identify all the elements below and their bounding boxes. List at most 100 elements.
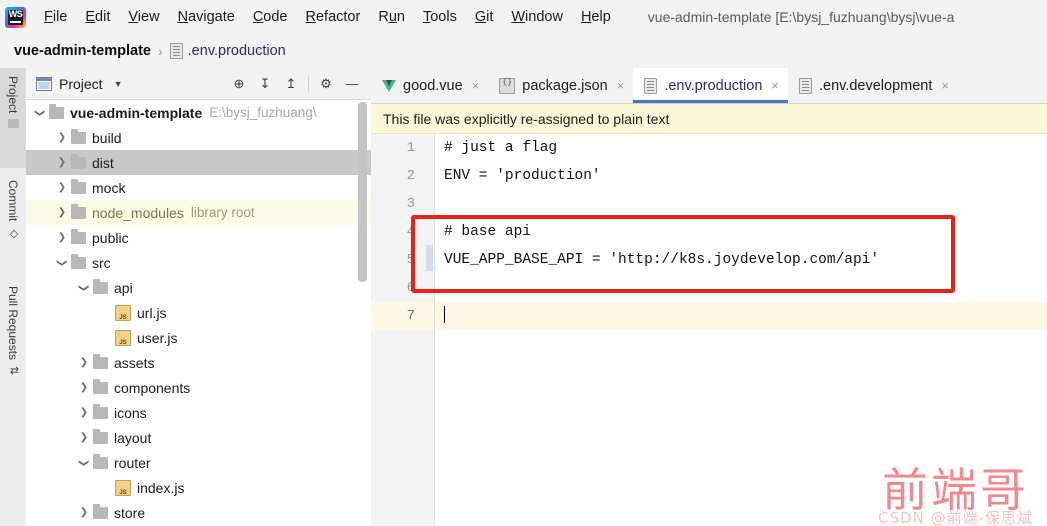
chevron-right-icon[interactable]: ❯: [78, 357, 90, 369]
tree-row[interactable]: ❯ components: [26, 375, 371, 400]
menu-item-edit[interactable]: Edit: [76, 6, 119, 28]
close-icon[interactable]: ×: [472, 78, 480, 93]
chevron-right-icon[interactable]: ❯: [78, 407, 90, 419]
code-editor[interactable]: 1234567 # just a flag ENV = 'production' #…: [371, 134, 1047, 526]
tree-row[interactable]: ❯ router: [26, 450, 371, 475]
sidebar-item-project[interactable]: Project: [0, 68, 26, 168]
chevron-right-icon[interactable]: ❯: [56, 157, 68, 169]
breadcrumb-file[interactable]: .env.production: [188, 43, 286, 59]
tree-row[interactable]: ❯ mock: [26, 175, 371, 200]
folder-icon: [71, 228, 86, 244]
tree-row-label: user.js: [137, 329, 178, 346]
code-line[interactable]: VUE_APP_BASE_API = 'http://k8s.joydevelo…: [426, 245, 1047, 274]
json-icon: [499, 77, 516, 94]
chevron-down-icon[interactable]: ❯: [56, 257, 68, 269]
tree-row[interactable]: ❯ public: [26, 225, 371, 250]
project-panel-title: Project: [59, 75, 103, 92]
tree-row[interactable]: user.js: [26, 325, 371, 350]
editor-tab[interactable]: .env.production ×: [633, 68, 788, 103]
folder-icon: [7, 119, 19, 129]
tree-row-label: assets: [114, 354, 155, 371]
chevron-right-icon[interactable]: ❯: [56, 182, 68, 194]
folder-icon: [71, 128, 86, 144]
code-line[interactable]: [436, 302, 1047, 330]
code-line[interactable]: [436, 190, 1047, 218]
folder-icon: [71, 153, 86, 169]
commit-icon: ◇: [7, 227, 20, 241]
chevron-right-icon[interactable]: ❯: [78, 382, 90, 394]
locate-icon[interactable]: ⊕: [226, 71, 252, 97]
tool-tab-label: Pull Requests: [6, 286, 20, 361]
expand-all-icon[interactable]: ↧: [252, 71, 278, 97]
tree-row[interactable]: ❯ icons: [26, 400, 371, 425]
project-file-tree[interactable]: ❯ vue-admin-template E:\bysj_fuzhuang\ ❯ bui…: [26, 100, 371, 526]
editor-area: good.vue×package.json×.env.production×.e…: [371, 68, 1047, 526]
tree-row-label: layout: [114, 429, 152, 446]
chevron-right-icon[interactable]: ❯: [78, 432, 90, 444]
chevron-right-icon[interactable]: ❯: [78, 507, 90, 519]
editor-tab[interactable]: good.vue ×: [371, 68, 488, 103]
code-line[interactable]: # base api: [436, 218, 1047, 246]
menu-item-code[interactable]: Code: [244, 6, 297, 28]
tree-row[interactable]: ❯ layout: [26, 425, 371, 450]
code-lines[interactable]: # just a flag ENV = 'production' # base ap…: [426, 134, 1047, 526]
chevron-down-icon[interactable]: ▼: [114, 79, 123, 89]
menu-item-window[interactable]: Window: [502, 6, 572, 28]
chevron-down-icon[interactable]: ❯: [78, 457, 90, 469]
tool-tab-label: Commit: [6, 180, 20, 222]
menu-item-git[interactable]: Git: [466, 6, 503, 28]
menu-item-refactor[interactable]: Refactor: [297, 6, 370, 28]
project-tool-window: Project ▼ ⊕ ↧ ↥ ⚙ — ❯ vue-admin-template E…: [26, 68, 372, 526]
editor-tab[interactable]: package.json ×: [488, 68, 633, 103]
tree-row[interactable]: ❯ dist: [26, 150, 371, 175]
line-number: 3: [406, 196, 415, 212]
tree-row[interactable]: index.js: [26, 475, 371, 500]
chevron-down-icon[interactable]: ❯: [34, 107, 46, 119]
editor-tab[interactable]: .env.development ×: [788, 68, 958, 103]
line-number: 6: [406, 280, 415, 296]
line-number: 7: [371, 302, 434, 330]
tree-row[interactable]: ❯ assets: [26, 350, 371, 375]
code-line[interactable]: ENV = 'production': [436, 162, 1047, 190]
code-line[interactable]: # just a flag: [436, 134, 1047, 162]
menu-item-file[interactable]: File: [35, 6, 76, 28]
tree-scrollbar[interactable]: [358, 102, 367, 282]
tree-row[interactable]: ❯ store: [26, 500, 371, 525]
close-icon[interactable]: ×: [941, 78, 949, 93]
chevron-down-icon[interactable]: ❯: [78, 282, 90, 294]
menu-item-tools[interactable]: Tools: [414, 6, 466, 28]
chevron-right-icon[interactable]: ❯: [56, 132, 68, 144]
code-line[interactable]: [436, 274, 1047, 302]
collapse-all-icon[interactable]: ↥: [278, 71, 304, 97]
sidebar-item-commit[interactable]: Commit ◇: [0, 172, 26, 274]
tree-row[interactable]: ❯ api: [26, 275, 371, 300]
close-icon[interactable]: ×: [617, 78, 625, 93]
breadcrumb-project[interactable]: vue-admin-template: [14, 43, 151, 59]
line-number: 1: [406, 140, 415, 156]
settings-gear-icon[interactable]: ⚙: [313, 71, 339, 97]
tree-row[interactable]: url.js: [26, 300, 371, 325]
menu-item-help[interactable]: Help: [572, 6, 620, 28]
tree-row-label: node_modules: [92, 204, 184, 221]
webstorm-icon: WS: [5, 6, 26, 28]
editor-tab-label: .env.development: [818, 77, 933, 94]
close-icon[interactable]: ×: [771, 78, 779, 93]
menu-item-navigate[interactable]: Navigate: [169, 6, 244, 28]
chevron-right-icon[interactable]: ❯: [56, 232, 68, 244]
hide-panel-icon[interactable]: —: [339, 71, 365, 97]
tree-row[interactable]: ❯ vue-admin-template E:\bysj_fuzhuang\: [26, 100, 371, 125]
tree-row[interactable]: ❯ node_modules library root: [26, 200, 371, 225]
text-file-icon: [644, 77, 658, 94]
sidebar-item-pull-requests[interactable]: Pull Requests ⇅: [0, 278, 26, 418]
line-number-gutter: 1 2 3 4 5 6 7: [371, 134, 435, 526]
javascript-file-icon: [115, 329, 131, 346]
chevron-right-icon[interactable]: ❯: [56, 207, 68, 219]
editor-tab-label: good.vue: [403, 77, 463, 94]
tree-row[interactable]: ❯ src: [26, 250, 371, 275]
menu-item-view[interactable]: View: [119, 6, 168, 28]
javascript-file-icon: [115, 304, 131, 321]
line-number: 4: [406, 224, 415, 240]
editor-notification-banner: This file was explicitly re-assigned to …: [371, 104, 1047, 134]
menu-item-run[interactable]: Run: [369, 6, 414, 28]
tree-row[interactable]: ❯ build: [26, 125, 371, 150]
